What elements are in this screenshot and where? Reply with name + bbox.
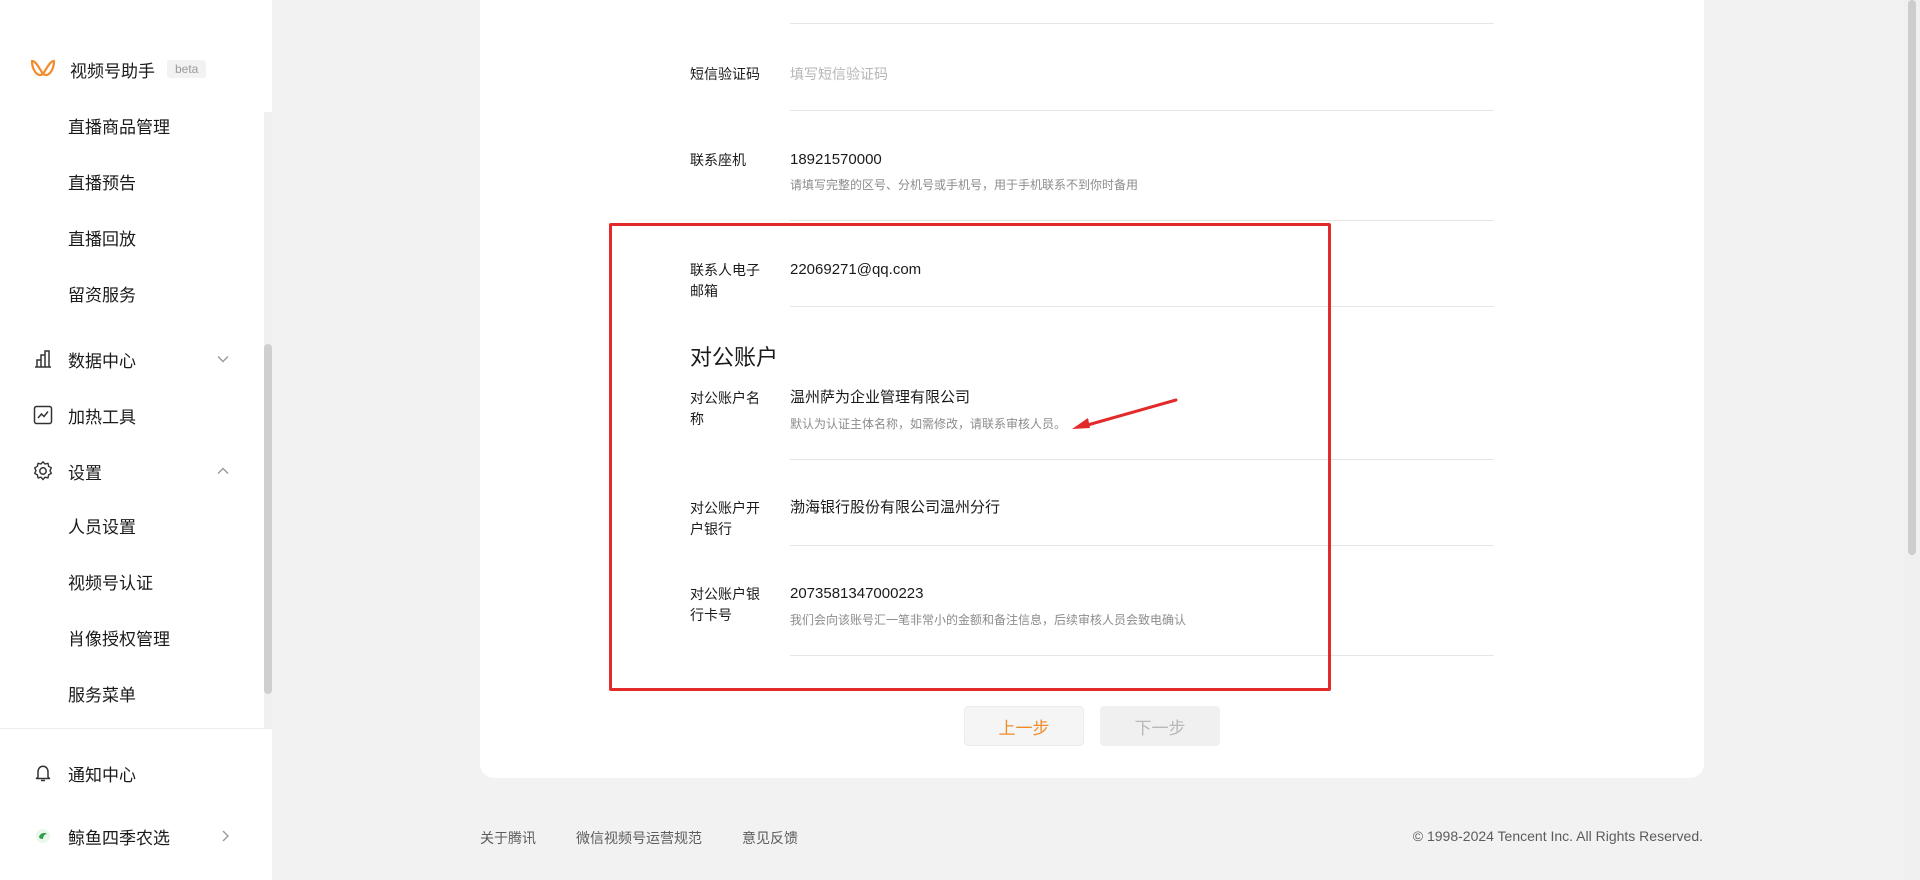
field-divider xyxy=(790,220,1494,221)
footer-link-rules[interactable]: 微信视频号运营规范 xyxy=(576,828,702,848)
landline-input[interactable]: 18921570000 xyxy=(790,150,882,170)
beta-badge: beta xyxy=(167,60,207,78)
account-avatar xyxy=(32,825,54,847)
field-divider xyxy=(790,110,1494,111)
bar-chart-icon xyxy=(32,348,54,370)
red-arrow-annotation xyxy=(1072,398,1178,429)
footer-link-about[interactable]: 关于腾讯 xyxy=(480,828,536,848)
page-scrollbar-thumb[interactable] xyxy=(1908,0,1916,555)
sms-code-input[interactable]: 填写短信验证码 xyxy=(790,64,888,84)
gear-icon xyxy=(32,460,54,482)
sidebar-account-switcher[interactable]: 鲸鱼四季农选 xyxy=(32,823,232,849)
sidebar-item-service-menu[interactable]: 服务菜单 xyxy=(68,684,136,708)
brand-name: 视频号助手 xyxy=(70,61,155,81)
sidebar-item-notification-center[interactable]: 通知中心 xyxy=(32,760,230,786)
trend-chart-icon xyxy=(32,404,54,426)
sidebar-divider xyxy=(0,728,272,729)
next-step-button[interactable]: 下一步 xyxy=(1100,706,1220,746)
sidebar-item-boost-tools[interactable]: 加热工具 xyxy=(32,402,230,428)
chevron-up-icon xyxy=(217,467,229,474)
sidebar-item-label: 设置 xyxy=(68,463,102,483)
sidebar: 视频号助手 beta 直播商品管理 直播预告 直播回放 留资服务 数据中心 加热… xyxy=(0,0,272,880)
copyright-text: © 1998-2024 Tencent Inc. All Rights Rese… xyxy=(1412,828,1703,844)
sidebar-item-data-center[interactable]: 数据中心 xyxy=(32,346,230,372)
sidebar-item-live-replay[interactable]: 直播回放 xyxy=(68,228,136,252)
chevron-down-icon xyxy=(217,356,229,363)
sidebar-item-live-products[interactable]: 直播商品管理 xyxy=(68,116,170,140)
previous-step-button[interactable]: 上一步 xyxy=(964,706,1084,746)
bell-icon xyxy=(32,762,54,784)
sidebar-item-label: 通知中心 xyxy=(68,765,136,785)
sidebar-item-settings[interactable]: 设置 xyxy=(32,458,230,484)
sms-code-label: 短信验证码 xyxy=(690,66,760,82)
sidebar-item-live-preview[interactable]: 直播预告 xyxy=(68,172,136,196)
landline-label: 联系座机 xyxy=(690,152,746,168)
sidebar-scrollbar-thumb[interactable] xyxy=(264,344,272,694)
sidebar-item-lead-service[interactable]: 留资服务 xyxy=(68,284,136,308)
field-divider xyxy=(790,23,1494,24)
sidebar-item-channel-verification[interactable]: 视频号认证 xyxy=(68,572,153,596)
sidebar-item-label: 加热工具 xyxy=(68,407,136,427)
chevron-right-icon xyxy=(222,830,229,842)
red-highlight-box xyxy=(609,223,1331,691)
sidebar-item-staff-settings[interactable]: 人员设置 xyxy=(68,516,136,540)
sidebar-item-label: 数据中心 xyxy=(68,351,136,371)
landline-hint: 请填写完整的区号、分机号或手机号，用于手机联系不到你时备用 xyxy=(790,178,1139,192)
brand[interactable]: 视频号助手 beta xyxy=(30,56,207,82)
account-name: 鲸鱼四季农选 xyxy=(68,828,170,848)
footer-link-feedback[interactable]: 意见反馈 xyxy=(742,828,798,848)
sidebar-item-portrait-authorization[interactable]: 肖像授权管理 xyxy=(68,628,170,652)
channels-logo-icon xyxy=(30,59,56,77)
